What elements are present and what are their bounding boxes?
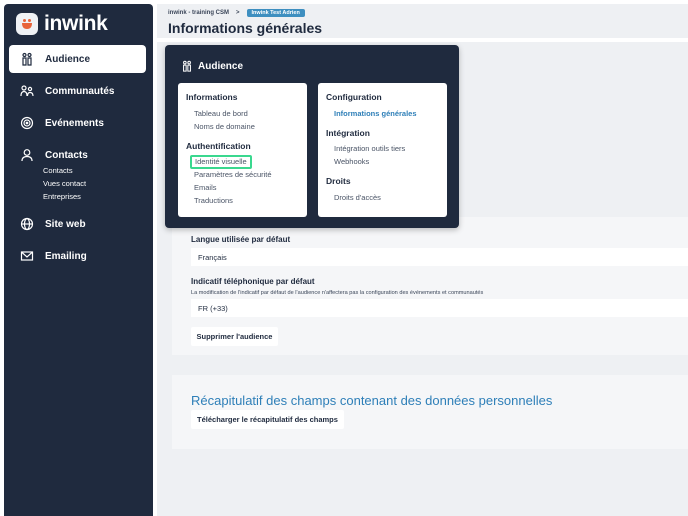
audience-icon bbox=[19, 51, 35, 67]
person-icon bbox=[19, 147, 35, 163]
dropdown-right-panel: Configuration Informations générales Int… bbox=[318, 83, 447, 217]
sidebar-item-evenements[interactable]: Evénements bbox=[9, 109, 146, 137]
sidebar-item-label: Communautés bbox=[45, 85, 115, 97]
breadcrumb-current[interactable]: Inwink Test Adrien bbox=[246, 9, 305, 17]
dropdown-left-panel: Informations Tableau de bord Noms de dom… bbox=[178, 83, 307, 217]
globe-icon bbox=[19, 216, 35, 232]
section-heading-informations: Informations bbox=[186, 92, 238, 102]
recap-title: Récapitulatif des champs contenant des d… bbox=[191, 393, 553, 408]
settings-card: Langue utilisée par défaut Français Indi… bbox=[172, 217, 688, 355]
sidebar-item-label: Contacts bbox=[45, 149, 88, 161]
app-name: inwink bbox=[44, 12, 108, 35]
sidebar-item-site-web[interactable]: Site web bbox=[9, 210, 146, 238]
sidebar-subitem-contacts[interactable]: Contacts bbox=[43, 166, 73, 175]
events-icon bbox=[19, 115, 35, 131]
page-header: inwink - training CSM > Inwink Test Adri… bbox=[157, 4, 688, 38]
audience-icon bbox=[181, 60, 193, 72]
menu-link-parametres-securite[interactable]: Paramètres de sécurité bbox=[194, 170, 272, 179]
section-heading-droits: Droits bbox=[326, 176, 351, 186]
sidebar-item-label: Site web bbox=[45, 218, 86, 230]
menu-link-integration-outils-tiers[interactable]: Intégration outils tiers bbox=[334, 144, 405, 153]
sidebar-subitem-vues-contact[interactable]: Vues contact bbox=[43, 179, 86, 188]
menu-link-traductions[interactable]: Traductions bbox=[194, 196, 233, 205]
sidebar-item-label: Audience bbox=[45, 53, 91, 65]
recap-card: Récapitulatif des champs contenant des d… bbox=[172, 375, 688, 449]
menu-link-tableau-de-bord[interactable]: Tableau de bord bbox=[194, 109, 248, 118]
phone-select[interactable]: FR (+33) bbox=[191, 299, 688, 317]
page-title: Informations générales bbox=[168, 20, 323, 36]
sidebar-subitem-entreprises[interactable]: Entreprises bbox=[43, 192, 81, 201]
language-select[interactable]: Français bbox=[191, 248, 688, 266]
section-heading-configuration: Configuration bbox=[326, 92, 382, 102]
mail-icon bbox=[19, 248, 35, 264]
phone-label: Indicatif téléphonique par défaut bbox=[191, 277, 315, 286]
dropdown-title-label: Audience bbox=[198, 60, 244, 72]
communities-icon bbox=[19, 83, 35, 99]
section-heading-authentification: Authentification bbox=[186, 141, 251, 151]
logo[interactable]: inwink bbox=[16, 12, 108, 36]
audience-dropdown-menu: Audience Informations Tableau de bord No… bbox=[165, 45, 459, 228]
sidebar-item-audience[interactable]: Audience bbox=[9, 45, 146, 73]
breadcrumb-item[interactable]: inwink - training CSM bbox=[168, 10, 229, 16]
sidebar-item-label: Evénements bbox=[45, 117, 104, 129]
sidebar-item-emailing[interactable]: Emailing bbox=[9, 242, 146, 270]
dropdown-title: Audience bbox=[181, 60, 243, 72]
delete-audience-button[interactable]: Supprimer l'audience bbox=[191, 327, 278, 346]
section-heading-integration: Intégration bbox=[326, 128, 370, 138]
menu-link-identite-visuelle[interactable]: Identité visuelle bbox=[190, 155, 252, 169]
breadcrumb: inwink - training CSM > Inwink Test Adri… bbox=[168, 9, 305, 17]
inwink-logo-icon bbox=[16, 13, 38, 35]
language-label: Langue utilisée par défaut bbox=[191, 235, 291, 244]
sidebar-item-label: Emailing bbox=[45, 250, 87, 262]
phone-help-text: La modification de l'indicatif par défau… bbox=[191, 290, 484, 296]
sidebar-item-contacts[interactable]: Contacts bbox=[9, 141, 146, 169]
menu-link-emails[interactable]: Emails bbox=[194, 183, 217, 192]
download-recap-button[interactable]: Télécharger le récapitulatif des champs bbox=[191, 410, 344, 429]
breadcrumb-separator: > bbox=[236, 10, 240, 16]
sidebar: inwink Audience Communautés Evénements C… bbox=[4, 4, 153, 516]
menu-link-informations-generales[interactable]: Informations générales bbox=[334, 109, 417, 118]
menu-link-droits-acces[interactable]: Droits d'accès bbox=[334, 193, 381, 202]
menu-link-noms-de-domaine[interactable]: Noms de domaine bbox=[194, 122, 255, 131]
menu-link-webhooks[interactable]: Webhooks bbox=[334, 157, 369, 166]
sidebar-item-communautes[interactable]: Communautés bbox=[9, 77, 146, 105]
